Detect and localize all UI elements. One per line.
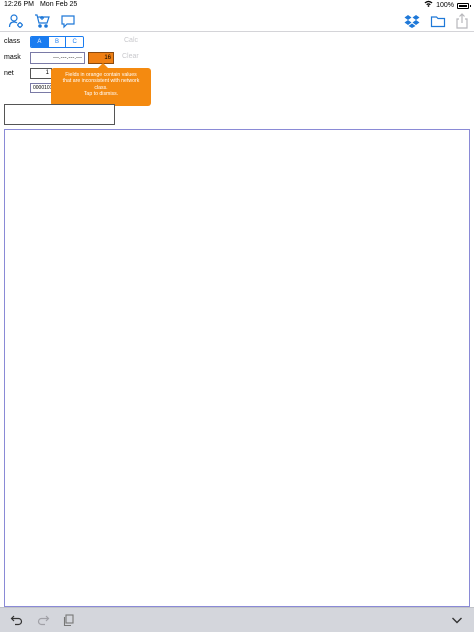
class-option-c[interactable]: C xyxy=(66,37,83,47)
dropbox-icon[interactable] xyxy=(404,13,420,29)
redo-icon[interactable] xyxy=(36,613,50,627)
calc-button[interactable]: Calc xyxy=(124,37,138,44)
battery-icon xyxy=(457,2,471,9)
net-label: net xyxy=(4,70,14,77)
status-time: 12:26 PM xyxy=(4,1,34,8)
inconsistency-tooltip[interactable]: Fields in orange contain values that are… xyxy=(51,63,151,106)
share-icon[interactable] xyxy=(454,13,470,29)
chevron-down-icon[interactable] xyxy=(450,613,464,627)
results-text-area[interactable] xyxy=(4,129,470,607)
class-label: class xyxy=(4,38,20,45)
summary-output-box[interactable] xyxy=(4,104,115,125)
class-option-b[interactable]: B xyxy=(48,37,67,47)
copy-icon[interactable] xyxy=(62,613,76,627)
top-toolbar xyxy=(0,10,474,32)
mask-label: mask xyxy=(4,54,21,61)
mask-input[interactable]: ---.---.---.--- xyxy=(30,52,85,64)
tooltip-line-4: Tap to dismiss. xyxy=(83,91,119,98)
clear-button[interactable]: Clear xyxy=(122,53,139,60)
undo-icon[interactable] xyxy=(10,613,24,627)
status-bar-left: 12:26 PM Mon Feb 25 xyxy=(4,0,83,10)
class-segmented-control: A B C xyxy=(30,36,84,48)
status-bar: 12:26 PM Mon Feb 25 100% xyxy=(0,0,474,10)
person-settings-icon[interactable] xyxy=(8,13,24,29)
net-input[interactable]: 1 xyxy=(30,68,52,79)
class-option-a[interactable]: A xyxy=(31,37,49,47)
bottom-shortcut-bar xyxy=(0,607,474,632)
status-date: Mon Feb 25 xyxy=(39,1,78,8)
folder-icon[interactable] xyxy=(430,13,446,29)
cart-icon[interactable] xyxy=(34,13,50,29)
tooltip-line-2: that are inconsistent with network xyxy=(62,78,140,85)
chat-bubble-icon[interactable] xyxy=(60,13,76,29)
battery-percent: 100% xyxy=(436,1,454,9)
